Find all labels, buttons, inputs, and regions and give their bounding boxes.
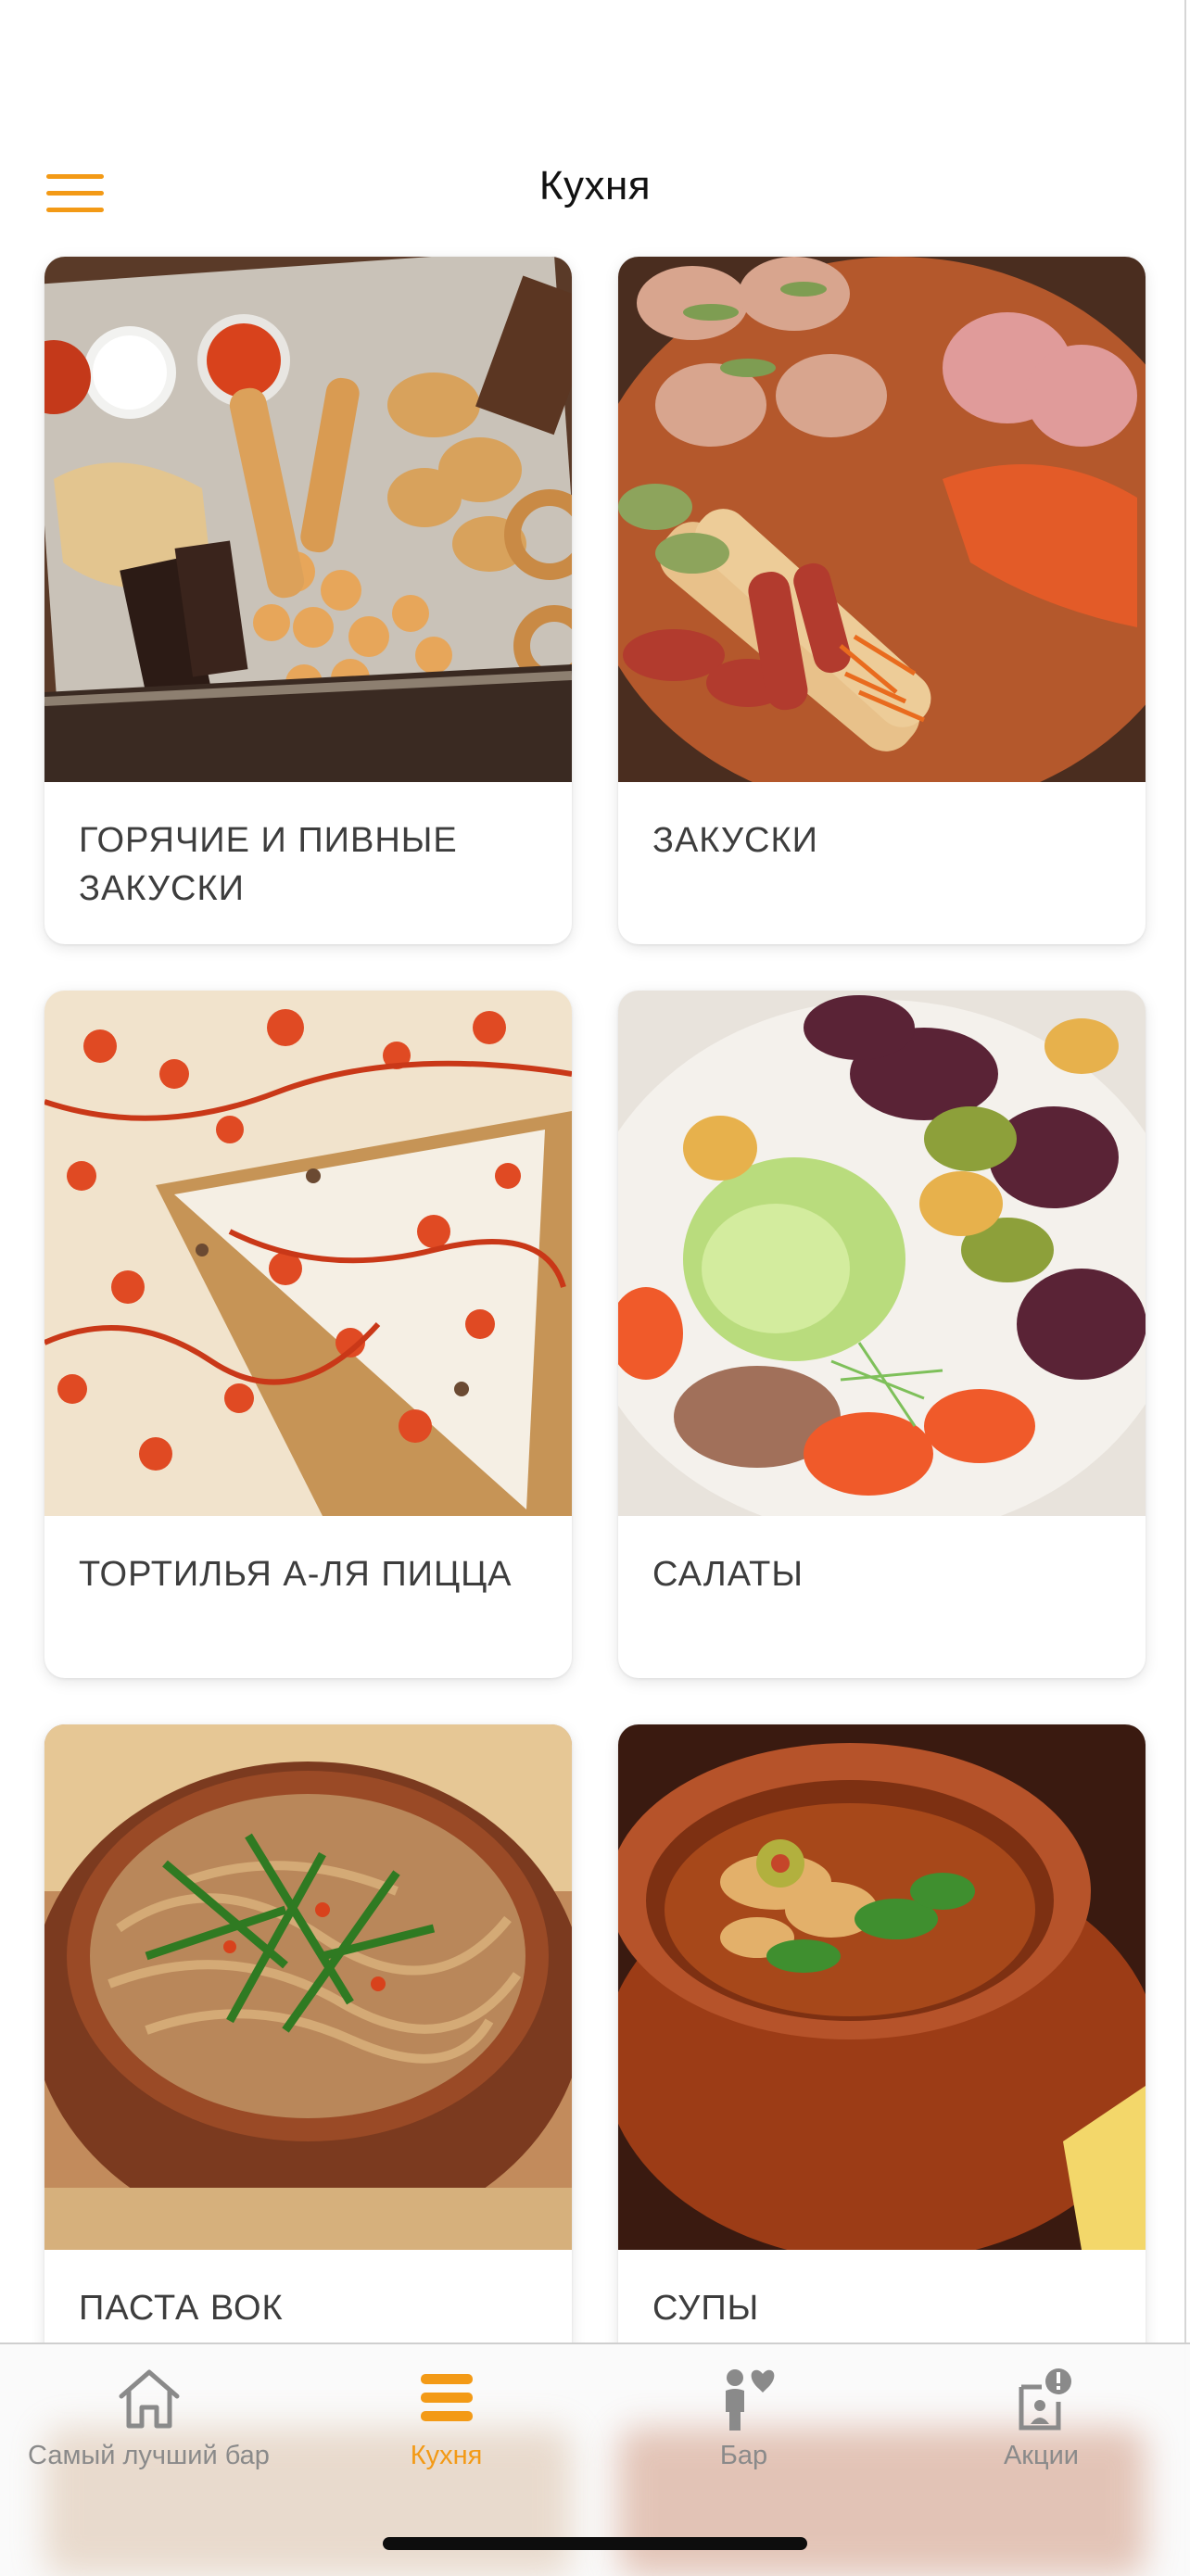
category-label: ЗАКУСКИ: [652, 821, 818, 860]
tab-label: Бар: [719, 2441, 768, 2470]
tab-kitchen[interactable]: Кухня: [298, 2361, 595, 2500]
menu-list-icon: [420, 2374, 473, 2421]
category-label: ТОРТИЛЬЯ А-ЛЯ ПИЦЦА: [79, 1555, 513, 1594]
top-header: Кухня: [0, 139, 1190, 246]
tab-promotions[interactable]: Акции: [892, 2361, 1190, 2500]
home-icon: [119, 2369, 179, 2429]
scrollbar[interactable]: [1184, 0, 1186, 2574]
category-card-cold-snacks[interactable]: ЗАКУСКИ: [618, 257, 1146, 944]
tab-label: Кухня: [410, 2441, 483, 2470]
person-heart-icon: [725, 2369, 774, 2431]
category-label: САЛАТЫ: [652, 1555, 804, 1594]
category-label: СУПЫ: [652, 2289, 760, 2328]
category-card-salads[interactable]: САЛАТЫ: [618, 991, 1146, 1678]
category-card-hot-snacks[interactable]: ГОРЯЧИЕ И ПИВНЫЕ ЗАКУСКИ: [44, 257, 572, 944]
tab-label: Акции: [1003, 2441, 1080, 2470]
cold-snacks-photo: [618, 257, 1146, 782]
salads-photo: [618, 991, 1146, 1516]
tab-bar[interactable]: Бар: [595, 2361, 892, 2500]
category-card-soups[interactable]: СУПЫ: [618, 1724, 1146, 2412]
category-card-wok-pasta[interactable]: ПАСТА ВОК: [44, 1724, 572, 2412]
category-label: ГОРЯЧИЕ И ПИВНЫЕ ЗАКУСКИ: [79, 821, 458, 908]
page-title: Кухня: [538, 163, 652, 208]
category-label: ПАСТА ВОК: [79, 2289, 284, 2328]
tab-label: Самый лучший бар: [28, 2441, 270, 2470]
tab-home[interactable]: Самый лучший бар: [0, 2361, 298, 2500]
category-card-tortilla-pizza[interactable]: ТОРТИЛЬЯ А-ЛЯ ПИЦЦА: [44, 991, 572, 1678]
soups-photo: [618, 1724, 1146, 2250]
wok-pasta-photo: [44, 1724, 572, 2250]
hot-snacks-photo: [44, 257, 572, 782]
promo-alert-icon: [1019, 2368, 1071, 2431]
tortilla-pizza-photo: [44, 991, 572, 1516]
home-indicator[interactable]: [383, 2537, 807, 2550]
